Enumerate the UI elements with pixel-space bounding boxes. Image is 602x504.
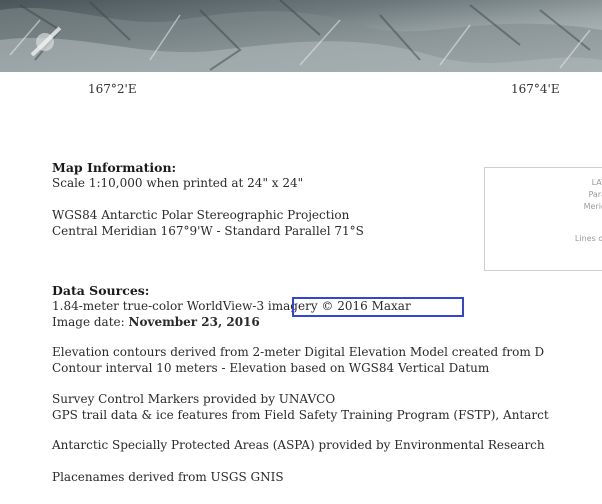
legend-text: LAT — [591, 178, 602, 187]
map-info-line: Scale 1:10,000 when printed at 24" x 24" — [52, 176, 304, 190]
longitude-tick-label: 167°2'E — [88, 82, 137, 96]
legend-text: Merid — [583, 202, 602, 211]
image-date-value: November 23, 2016 — [128, 315, 260, 329]
image-date-label: Image date: — [52, 315, 129, 329]
data-source-paragraph: Antarctic Specially Protected Areas (ASP… — [52, 438, 545, 452]
satellite-imagery — [0, 0, 602, 72]
longitude-tick-label: 167°4'E — [511, 82, 560, 96]
image-date-line: Image date: November 23, 2016 — [52, 315, 260, 329]
legend-text: Lines of — [574, 234, 602, 243]
data-source-paragraph: GPS trail data & ice features from Field… — [52, 408, 549, 422]
map-information-heading: Map Information: — [52, 160, 177, 175]
legend-box: LAT Para Merid Lines of — [484, 167, 602, 271]
data-sources-heading: Data Sources: — [52, 283, 150, 298]
map-info-line: WGS84 Antarctic Polar Stereographic Proj… — [52, 208, 350, 222]
data-source-paragraph: Contour interval 10 meters - Elevation b… — [52, 361, 490, 375]
data-source-paragraph: Elevation contours derived from 2-meter … — [52, 345, 545, 359]
highlight-box — [292, 297, 464, 317]
imagery-source-prefix: 1.84-meter true-color WorldView-3 — [52, 299, 265, 313]
legend-text: Para — [588, 190, 602, 199]
map-info-line: Central Meridian 167°9'W - Standard Para… — [52, 224, 364, 238]
data-source-paragraph: Survey Control Markers provided by UNAVC… — [52, 392, 336, 406]
data-source-paragraph: Placenames derived from USGS GNIS — [52, 470, 284, 484]
